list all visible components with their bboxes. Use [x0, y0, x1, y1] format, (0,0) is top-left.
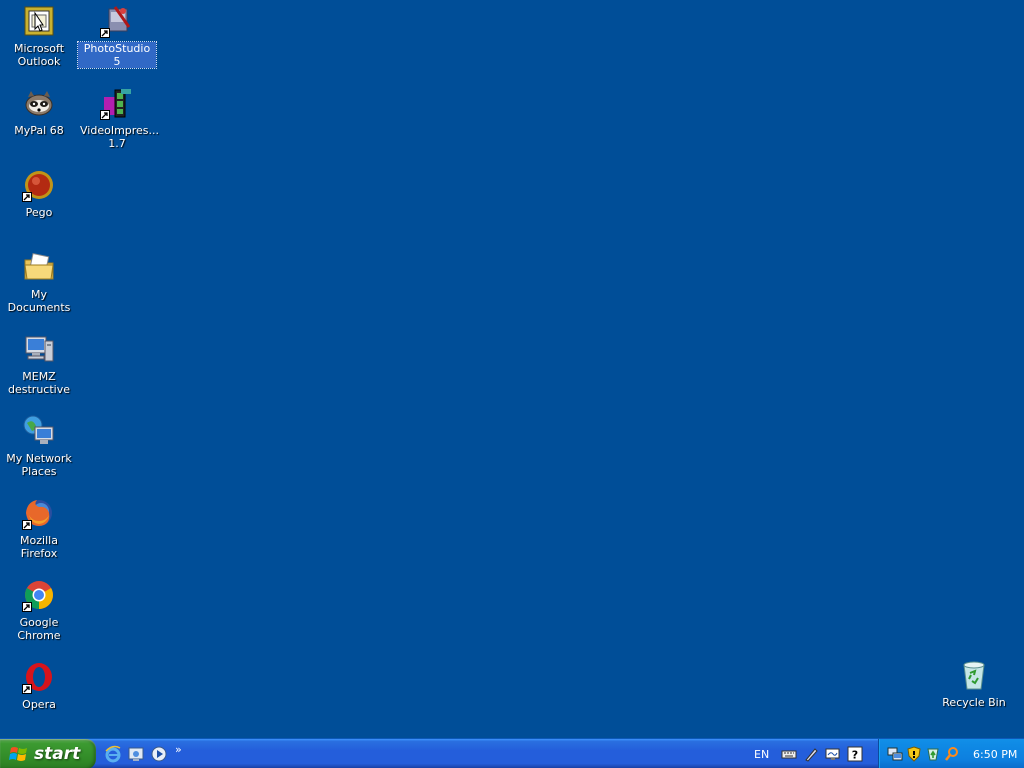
- desktop-icon-label: Microsoft Outlook: [13, 42, 65, 68]
- svg-text:?: ?: [852, 749, 858, 762]
- desktop-icon-recycle-bin[interactable]: Recycle Bin: [935, 658, 1013, 709]
- desktop-icon-label: PhotoStudio 5: [77, 41, 157, 69]
- quick-launch-more-chevron[interactable]: »: [175, 744, 182, 755]
- windows-logo-icon: [9, 747, 27, 761]
- desktop-icon-label: My Network Places: [6, 452, 72, 478]
- update-icon[interactable]: [925, 746, 941, 762]
- my-computer-icon: [22, 332, 56, 366]
- keyboard-icon[interactable]: [781, 746, 797, 762]
- opera-icon: [22, 660, 56, 694]
- start-label: start: [34, 744, 81, 764]
- shortcut-arrow-icon: [100, 110, 110, 120]
- handwriting-icon[interactable]: [825, 746, 841, 762]
- language-indicator[interactable]: EN: [754, 748, 769, 761]
- folder-documents-icon: [22, 250, 56, 284]
- desktop-icon-mypal[interactable]: MyPal 68: [0, 86, 78, 137]
- desktop-icon-opera[interactable]: Opera: [0, 660, 78, 711]
- clock[interactable]: 6:50 PM: [973, 748, 1017, 761]
- show-desktop-icon[interactable]: [127, 745, 145, 763]
- desktop-icon-microsoft-outlook[interactable]: Microsoft Outlook: [0, 4, 78, 68]
- network-connection-icon[interactable]: [887, 746, 903, 762]
- search-icon[interactable]: [944, 746, 960, 762]
- desktop[interactable]: Microsoft Outlook PhotoStudio 5 MyPal 68…: [0, 0, 1024, 738]
- photostudio-icon: [100, 4, 134, 38]
- desktop-icon-label: MyPal 68: [14, 124, 64, 137]
- quick-launch-toolbar: »: [104, 743, 182, 765]
- taskbar: start » EN ? 6:50 PM: [0, 738, 1024, 768]
- videoimpression-icon: [100, 86, 134, 120]
- notification-area: 6:50 PM: [878, 739, 1024, 768]
- desktop-icon-my-documents[interactable]: My Documents: [0, 250, 78, 314]
- desktop-icon-label: Opera: [22, 698, 56, 711]
- desktop-icon-label: Mozilla Firefox: [20, 534, 58, 560]
- mypal-icon: [22, 86, 56, 120]
- desktop-icon-videoimpression[interactable]: VideoImpres... 1.7: [78, 86, 160, 150]
- start-button[interactable]: start: [0, 739, 96, 768]
- media-player-icon[interactable]: [150, 745, 168, 763]
- shortcut-arrow-icon: [100, 28, 110, 38]
- shortcut-arrow-icon: [22, 684, 32, 694]
- outlook-icon: [22, 4, 56, 38]
- chrome-icon: [22, 578, 56, 612]
- pego-icon: [22, 168, 56, 202]
- desktop-icon-label: Pego: [25, 206, 53, 219]
- desktop-icon-my-network-places[interactable]: My Network Places: [0, 414, 78, 478]
- shortcut-arrow-icon: [22, 192, 32, 202]
- recycle-bin-icon: [957, 658, 991, 692]
- desktop-icon-mozilla-firefox[interactable]: Mozilla Firefox: [0, 496, 78, 560]
- firefox-icon: [22, 496, 56, 530]
- desktop-icon-label: MEMZ destructive: [8, 370, 70, 396]
- help-icon[interactable]: ?: [847, 746, 863, 762]
- desktop-icon-label: My Documents: [7, 288, 71, 314]
- pen-icon[interactable]: [803, 746, 819, 762]
- language-bar: EN ?: [754, 744, 863, 764]
- internet-explorer-icon[interactable]: [104, 745, 122, 763]
- desktop-icon-label: Google Chrome: [17, 616, 61, 642]
- desktop-icon-pego[interactable]: Pego: [0, 168, 78, 219]
- security-shield-icon[interactable]: [906, 746, 922, 762]
- shortcut-arrow-icon: [22, 602, 32, 612]
- desktop-icon-label: Recycle Bin: [942, 696, 1006, 709]
- network-places-icon: [22, 414, 56, 448]
- desktop-icon-memz-destructive[interactable]: MEMZ destructive: [0, 332, 78, 396]
- desktop-icon-label: VideoImpres... 1.7: [80, 124, 160, 150]
- desktop-icon-photostudio[interactable]: PhotoStudio 5: [77, 4, 157, 69]
- desktop-icon-google-chrome[interactable]: Google Chrome: [0, 578, 78, 642]
- shortcut-arrow-icon: [22, 520, 32, 530]
